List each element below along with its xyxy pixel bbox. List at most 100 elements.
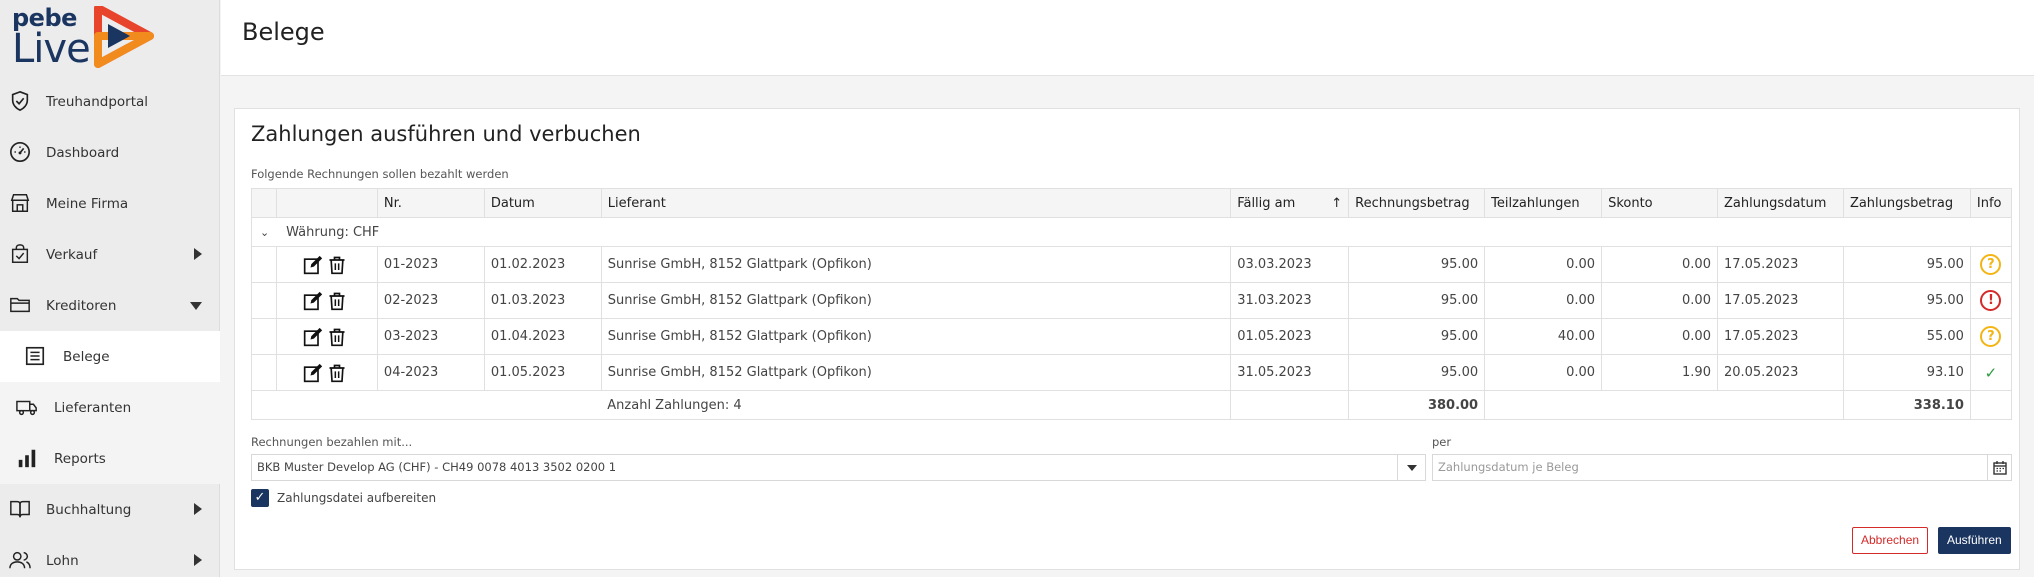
summary-spacer <box>1230 390 1350 420</box>
trash-icon[interactable] <box>327 327 347 347</box>
cell-lieferant: Sunrise GmbH, 8152 Glattpark (Opfikon) <box>600 246 1232 283</box>
table-row[interactable]: 01-2023 01.02.2023 Sunrise GmbH, 8152 Gl… <box>251 246 2013 283</box>
column-header-faellig[interactable]: Fällig am ↑ <box>1230 188 1350 218</box>
check-icon[interactable]: ✓ <box>1985 364 1998 382</box>
edit-icon[interactable] <box>303 291 323 311</box>
table-row[interactable]: 04-2023 01.05.2023 Sunrise GmbH, 8152 Gl… <box>251 354 2013 391</box>
row-spacer <box>251 318 277 355</box>
cell-faellig: 31.03.2023 <box>1230 282 1350 319</box>
row-spacer <box>251 282 277 319</box>
sidebar-item-buchhaltung[interactable]: Buchhaltung <box>0 484 220 535</box>
sidebar-item-label: Kreditoren <box>46 297 117 314</box>
table-row[interactable]: 02-2023 01.03.2023 Sunrise GmbH, 8152 Gl… <box>251 282 2013 319</box>
invoice-table: Nr. Datum Lieferant Fällig am ↑ Rechnungs… <box>251 188 2013 420</box>
calendar-icon[interactable] <box>1987 455 2011 480</box>
row-actions <box>275 246 378 283</box>
cell-zahlungsdatum[interactable]: 17.05.2023 <box>1716 246 1844 283</box>
question-circle-icon[interactable]: ? <box>1980 326 2002 347</box>
cell-teilzahlungen[interactable]: 0.00 <box>1484 282 1603 319</box>
chevron-right-icon <box>194 503 202 515</box>
cell-rechnungsbetrag: 95.00 <box>1348 282 1486 319</box>
sidebar-item-belege[interactable]: Belege <box>0 331 220 382</box>
exclamation-circle-icon[interactable]: ! <box>1980 290 2002 311</box>
question-circle-icon[interactable]: ? <box>1980 254 2002 275</box>
column-header-zahlungsbetrag[interactable]: Zahlungsbetrag <box>1842 188 1971 218</box>
cancel-button[interactable]: Abbrechen <box>1852 527 1929 554</box>
sidebar-item-verkauf[interactable]: Verkauf <box>0 229 220 280</box>
edit-icon[interactable] <box>303 363 323 383</box>
trash-icon[interactable] <box>327 363 347 383</box>
cell-zahlungsbetrag[interactable]: 93.10 <box>1842 354 1971 391</box>
column-header-nr[interactable]: Nr. <box>376 188 485 218</box>
edit-icon[interactable] <box>303 255 323 275</box>
folder-icon <box>10 297 30 313</box>
sidebar-item-lohn[interactable]: Lohn <box>0 535 220 577</box>
column-header-expand <box>251 188 277 218</box>
column-header-teilzahlungen[interactable]: Teilzahlungen <box>1484 188 1603 218</box>
column-header-rechnungsbetrag[interactable]: Rechnungsbetrag <box>1348 188 1486 218</box>
sidebar-item-label: Belege <box>63 348 110 365</box>
sidebar-item-treuhandportal[interactable]: Treuhandportal <box>0 76 220 127</box>
cell-rechnungsbetrag: 95.00 <box>1348 246 1486 283</box>
sidebar-item-kreditoren[interactable]: Kreditoren <box>0 280 220 331</box>
execute-button[interactable]: Ausführen <box>1938 527 2011 554</box>
pay-with-select[interactable]: BKB Muster Develop AG (CHF) - CH49 0078 … <box>251 454 1426 481</box>
pay-with-label: Rechnungen bezahlen mit... <box>251 435 413 449</box>
cell-zahlungsbetrag[interactable]: 95.00 <box>1842 282 1971 319</box>
sidebar-item-dashboard[interactable]: Dashboard <box>0 127 220 178</box>
sidebar-item-meine-firma[interactable]: Meine Firma <box>0 178 220 229</box>
cell-rechnungsbetrag: 95.00 <box>1348 354 1486 391</box>
column-header-info[interactable]: Info <box>1969 188 2013 218</box>
pebe-live-logo[interactable]: pebe Live <box>12 4 162 72</box>
column-header-skonto[interactable]: Skonto <box>1601 188 1718 218</box>
prepare-payment-file-checkbox[interactable]: ✓ <box>251 489 269 507</box>
sidebar-item-lieferanten[interactable]: Lieferanten <box>0 382 220 433</box>
cell-skonto[interactable]: 0.00 <box>1601 246 1718 283</box>
cell-zahlungsbetrag[interactable]: 55.00 <box>1842 318 1971 355</box>
sort-ascending-icon[interactable]: ↑ <box>1331 196 1342 211</box>
cell-zahlungsdatum[interactable]: 17.05.2023 <box>1716 318 1844 355</box>
chevron-down-icon[interactable] <box>1397 455 1425 480</box>
cell-rechnungsbetrag: 95.00 <box>1348 318 1486 355</box>
column-header-lieferant[interactable]: Lieferant <box>600 188 1232 218</box>
cell-skonto[interactable]: 0.00 <box>1601 318 1718 355</box>
sidebar-item-label: Buchhaltung <box>46 501 132 518</box>
column-header-zahlungsdatum[interactable]: Zahlungsdatum <box>1716 188 1844 218</box>
cell-zahlungsdatum[interactable]: 20.05.2023 <box>1716 354 1844 391</box>
cell-lieferant: Sunrise GmbH, 8152 Glattpark (Opfikon) <box>600 318 1232 355</box>
column-header-actions <box>275 188 378 218</box>
cell-info: ✓ <box>1969 354 2013 391</box>
trash-icon[interactable] <box>327 291 347 311</box>
cell-zahlungsdatum[interactable]: 17.05.2023 <box>1716 282 1844 319</box>
cell-teilzahlungen[interactable]: 0.00 <box>1484 246 1603 283</box>
edit-icon[interactable] <box>303 327 323 347</box>
cell-teilzahlungen[interactable]: 40.00 <box>1484 318 1603 355</box>
sidebar-item-label: Lieferanten <box>54 399 132 416</box>
sidebar-item-label: Reports <box>54 450 106 467</box>
chevron-right-icon <box>194 554 202 566</box>
column-header-label: Fällig am <box>1237 195 1296 211</box>
truck-icon <box>16 400 37 416</box>
page-title: Belege <box>242 18 325 46</box>
summary-spacer <box>1969 390 2013 420</box>
trash-icon[interactable] <box>327 255 347 275</box>
chevron-down-icon[interactable]: ⌄ <box>260 226 274 239</box>
group-row-currency[interactable]: ⌄ Währung: CHF <box>251 217 2012 247</box>
prepare-payment-file-label[interactable]: Zahlungsdatei aufbereiten <box>277 491 436 505</box>
sidebar-item-reports[interactable]: Reports <box>0 433 220 484</box>
cell-lieferant: Sunrise GmbH, 8152 Glattpark (Opfikon) <box>600 354 1232 391</box>
store-icon <box>10 194 30 212</box>
cell-faellig: 01.05.2023 <box>1230 318 1350 355</box>
payment-date-placeholder: Zahlungsdatum je Beleg <box>1438 460 1579 474</box>
column-header-datum[interactable]: Datum <box>483 188 602 218</box>
table-row[interactable]: 03-2023 01.04.2023 Sunrise GmbH, 8152 Gl… <box>251 318 2013 355</box>
card-subtitle: Folgende Rechnungen sollen bezahlt werde… <box>251 167 509 181</box>
cell-skonto[interactable]: 0.00 <box>1601 282 1718 319</box>
cell-teilzahlungen[interactable]: 0.00 <box>1484 354 1603 391</box>
row-actions <box>275 354 378 391</box>
summary-row: Anzahl Zahlungen: 4 380.00 338.10 <box>251 390 2013 420</box>
cell-skonto[interactable]: 1.90 <box>1601 354 1718 391</box>
row-spacer <box>251 246 277 283</box>
payment-date-input[interactable]: Zahlungsdatum je Beleg <box>1432 454 2012 481</box>
cell-zahlungsbetrag[interactable]: 95.00 <box>1842 246 1971 283</box>
